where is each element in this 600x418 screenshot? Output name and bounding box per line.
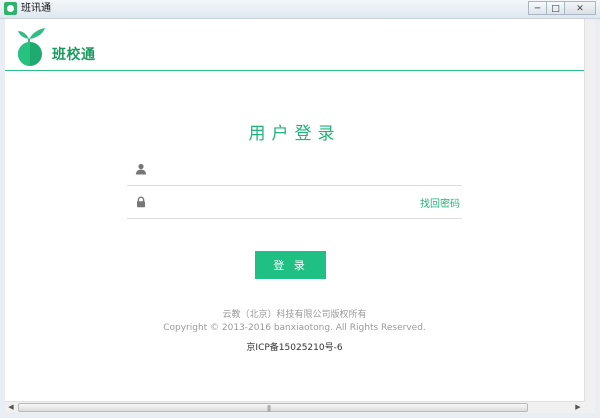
scroll-left-arrow-icon[interactable]: ◀ — [5, 402, 17, 413]
username-input[interactable] — [157, 159, 401, 181]
password-input[interactable] — [157, 192, 401, 214]
password-field[interactable]: 找回密码 — [127, 186, 462, 219]
sprout-logo-icon — [18, 28, 45, 66]
window-controls: ─ □ ✕ — [528, 1, 596, 16]
login-title: 用户登录 — [248, 124, 341, 144]
horizontal-scrollbar[interactable]: ◀ ||| ▶ — [5, 401, 584, 413]
vertical-scrollbar[interactable] — [584, 19, 595, 401]
app-icon — [4, 2, 17, 15]
user-icon — [135, 163, 147, 175]
horizontal-scroll-thumb[interactable]: ||| — [18, 403, 528, 412]
footer-icp: 京ICP备15025210号-6 — [246, 343, 343, 353]
scroll-grip-icon: ||| — [267, 405, 271, 412]
window-border — [595, 19, 600, 418]
maximize-button[interactable]: □ — [546, 1, 564, 15]
minimize-button[interactable]: ─ — [528, 1, 546, 15]
close-button[interactable]: ✕ — [564, 1, 596, 15]
client-area: 班校通 用户登录 找回密码 登 录 云教（北京）科技有限公司版权所有 Copyr… — [5, 19, 584, 401]
login-button[interactable]: 登 录 — [255, 251, 326, 279]
window-title-bar[interactable]: 班讯通 ─ □ ✕ — [0, 0, 600, 19]
header-divider — [5, 70, 584, 71]
username-field[interactable] — [127, 153, 462, 186]
footer-company: 云教（北京）科技有限公司版权所有 — [222, 310, 367, 320]
footer-copyright: Copyright © 2013-2016 banxiaotong. All R… — [163, 323, 426, 333]
window-title: 班讯通 — [21, 3, 51, 14]
brand-name: 班校通 — [52, 47, 96, 63]
scroll-right-arrow-icon[interactable]: ▶ — [572, 402, 584, 413]
lock-icon — [137, 196, 145, 208]
scrollbar-corner — [584, 401, 595, 413]
forgot-password-link[interactable]: 找回密码 — [420, 195, 460, 210]
